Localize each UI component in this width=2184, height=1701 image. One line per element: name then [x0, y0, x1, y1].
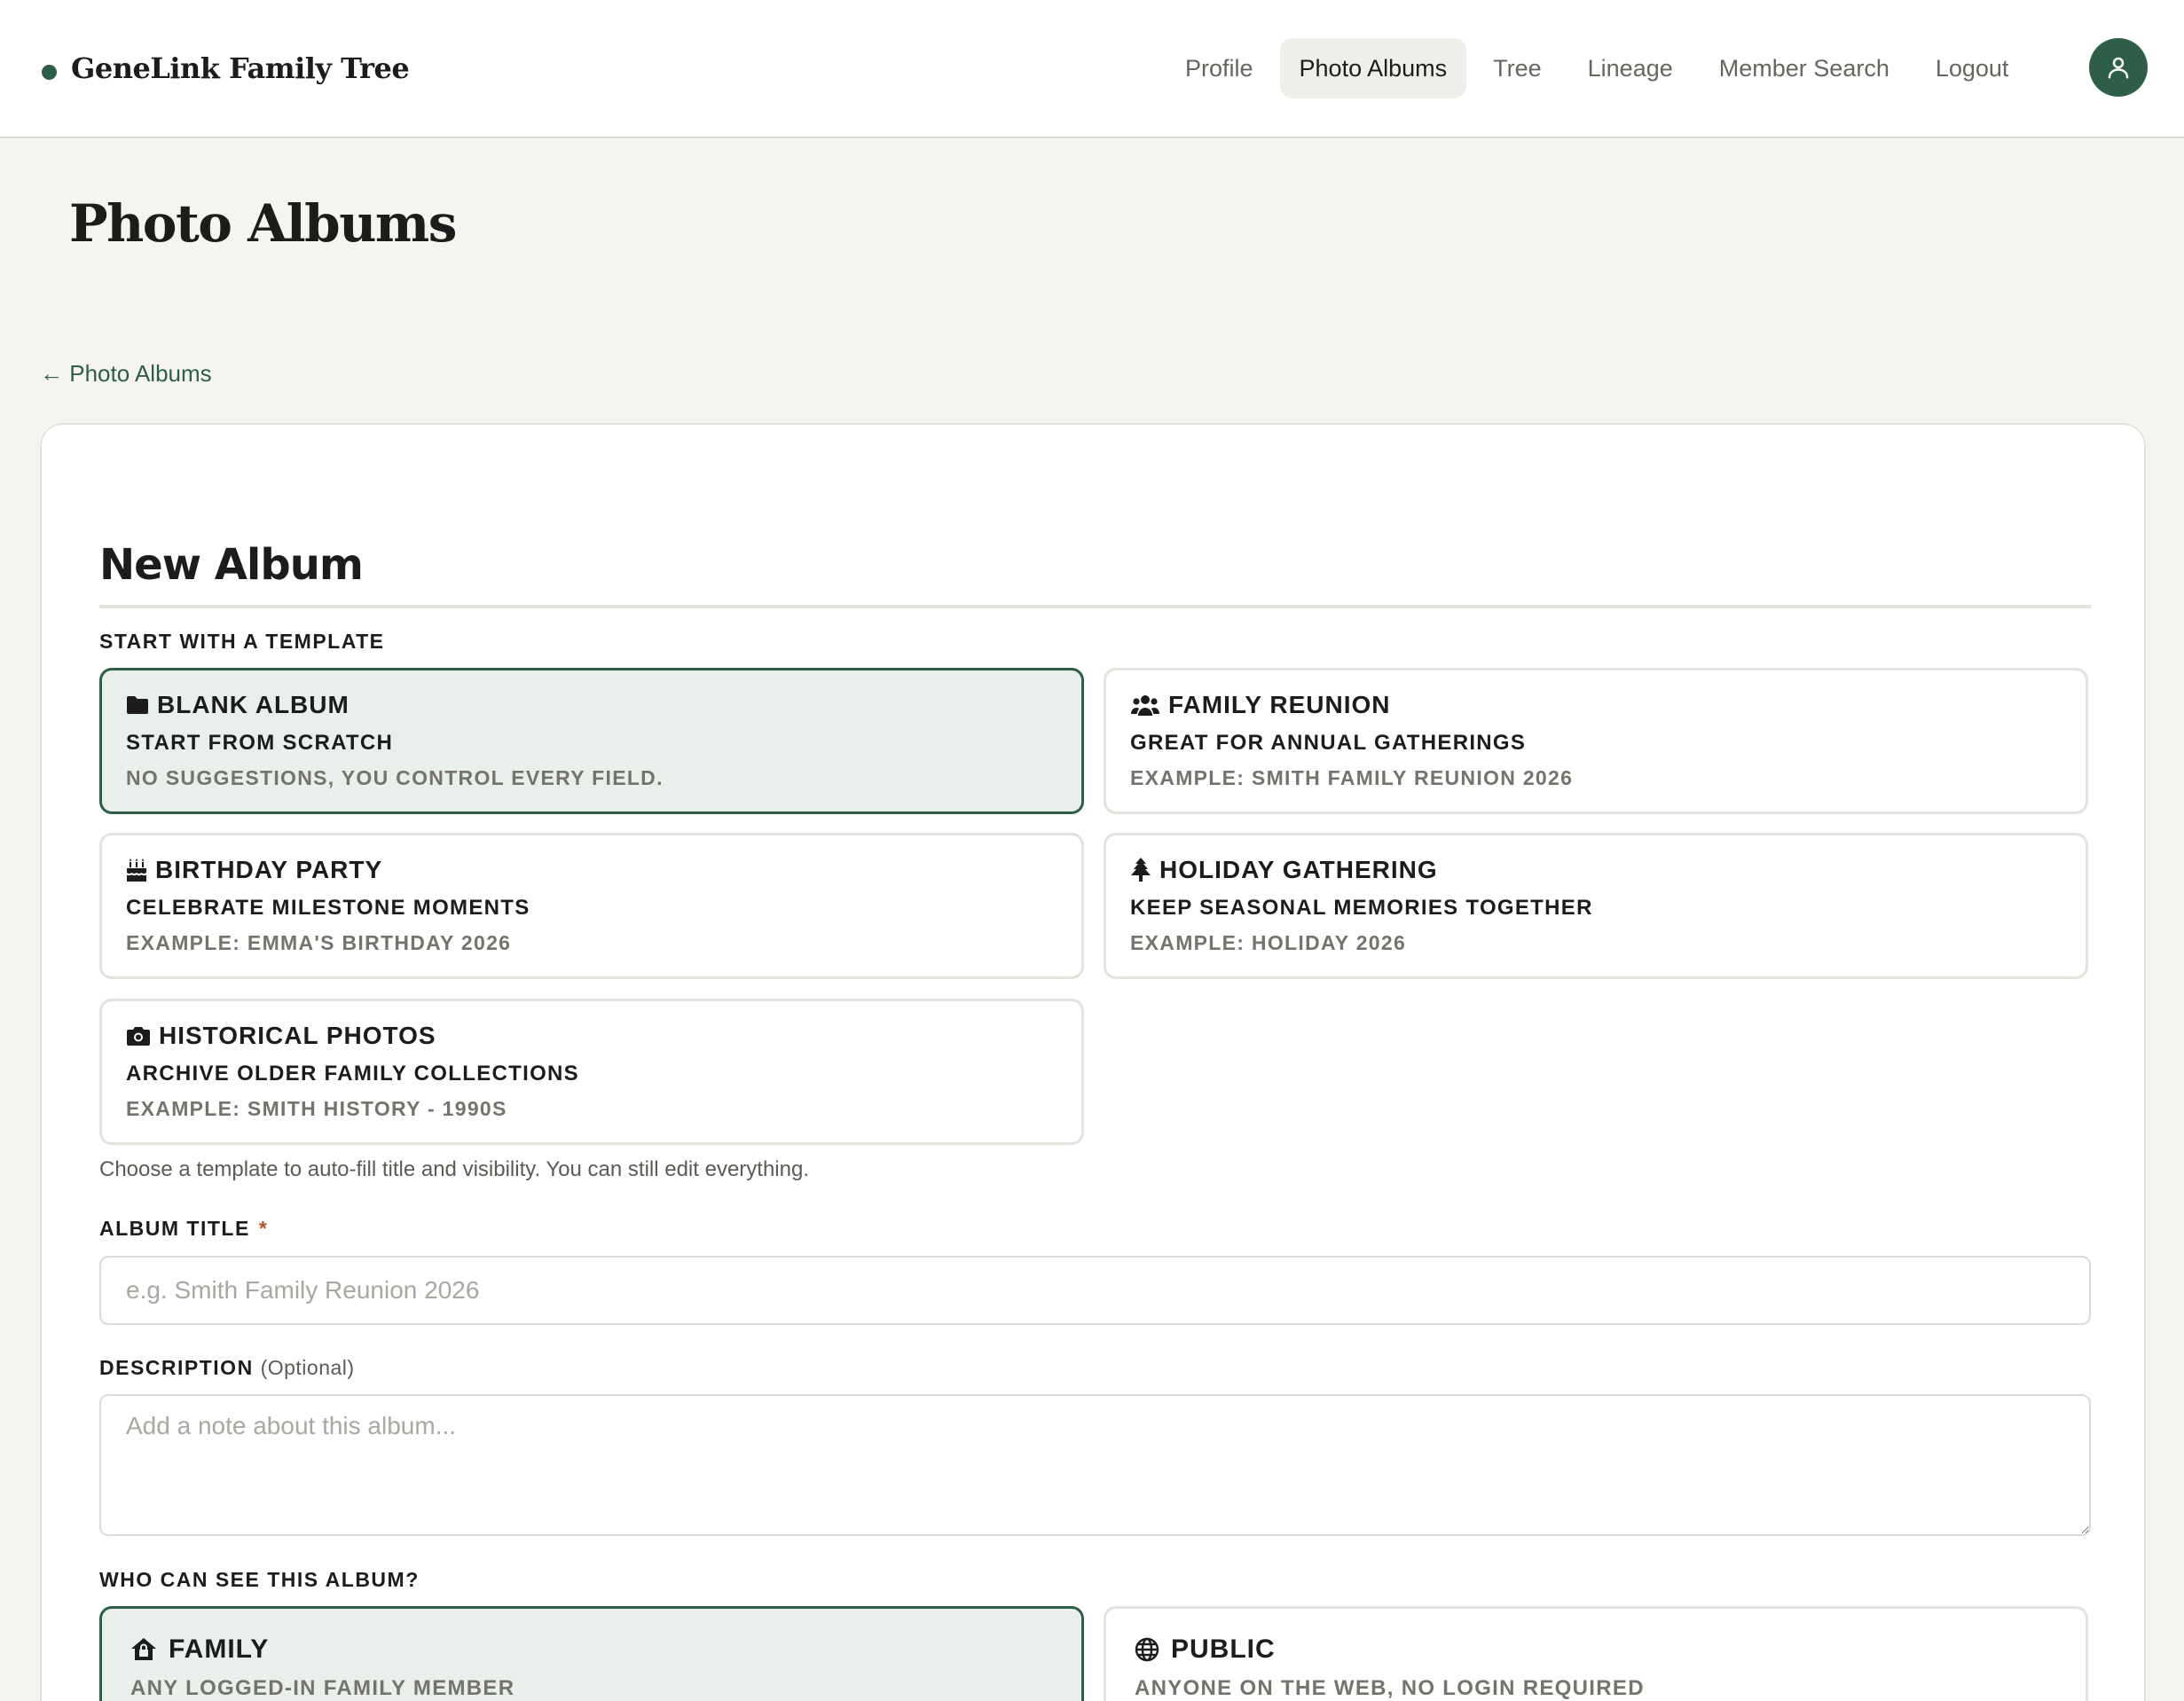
visibility-name: PUBLIC: [1171, 1634, 1276, 1664]
template-family-reunion[interactable]: FAMILY REUNION GREAT FOR ANNUAL GATHERIN…: [1104, 668, 2088, 814]
template-historical-photos[interactable]: HISTORICAL PHOTOS ARCHIVE OLDER FAMILY C…: [99, 999, 1084, 1145]
brand-logo[interactable]: GeneLink Family Tree: [42, 46, 410, 90]
album-title-label: ALBUM TITLE *: [99, 1217, 268, 1241]
tree-icon: [1131, 858, 1151, 882]
top-nav-bar: GeneLink Family Tree Profile Photo Album…: [0, 0, 2184, 138]
visibility-section-label: WHO CAN SEE THIS ALBUM?: [99, 1568, 420, 1591]
brand-name: GeneLink Family Tree: [71, 51, 410, 85]
template-example: EXAMPLE: EMMA'S BIRTHDAY 2026: [126, 931, 512, 954]
description-textarea[interactable]: [99, 1394, 2091, 1536]
camera-icon: [127, 1027, 150, 1046]
template-holiday-gathering[interactable]: HOLIDAY GATHERING KEEP SEASONAL MEMORIES…: [1104, 833, 2088, 979]
template-example: EXAMPLE: HOLIDAY 2026: [1130, 931, 1407, 954]
template-subtitle: START FROM SCRATCH: [126, 731, 394, 755]
nav-photo-albums[interactable]: Photo Albums: [1279, 38, 1467, 98]
album-title-input[interactable]: [99, 1256, 2091, 1325]
visibility-name: FAMILY: [169, 1634, 270, 1664]
template-title-row: HISTORICAL PHOTOS: [126, 1021, 1081, 1051]
folder-icon: [127, 696, 148, 714]
nav-logout[interactable]: Logout: [1916, 38, 2029, 98]
template-example: EXAMPLE: SMITH HISTORY - 1990S: [126, 1097, 507, 1120]
template-name: BLANK ALBUM: [157, 691, 350, 718]
visibility-option-family[interactable]: FAMILY ANY LOGGED-IN FAMILY MEMBER: [99, 1606, 1084, 1701]
template-blank-album[interactable]: BLANK ALBUM START FROM SCRATCH NO SUGGES…: [99, 668, 1084, 814]
optional-marker: (Optional): [260, 1356, 355, 1379]
required-marker: *: [258, 1217, 269, 1240]
template-subtitle: KEEP SEASONAL MEMORIES TOGETHER: [1130, 896, 1593, 920]
brand-dot-icon: [42, 64, 57, 80]
back-to-photo-albums-link[interactable]: ← Photo Albums: [40, 360, 212, 388]
template-section-label: START WITH A TEMPLATE: [99, 630, 385, 653]
template-name: HOLIDAY GATHERING: [1159, 856, 1438, 883]
users-icon: [1131, 695, 1159, 716]
page-title: Photo Albums: [69, 193, 457, 254]
template-title-row: FAMILY REUNION: [1130, 690, 2086, 720]
house-lock-icon: [131, 1638, 156, 1660]
template-subtitle: GREAT FOR ANNUAL GATHERINGS: [1130, 731, 1527, 755]
visibility-option-public[interactable]: PUBLIC ANYONE ON THE WEB, NO LOGIN REQUI…: [1104, 1606, 2088, 1701]
template-subtitle: ARCHIVE OLDER FAMILY COLLECTIONS: [126, 1062, 579, 1086]
cake-icon: [127, 858, 146, 882]
new-album-card: New Album START WITH A TEMPLATE BLANK AL…: [40, 423, 2146, 1701]
template-birthday-party[interactable]: BIRTHDAY PARTY CELEBRATE MILESTONE MOMEN…: [99, 833, 1084, 979]
form-title: New Album: [99, 540, 364, 590]
main-nav: Profile Photo Albums Tree Lineage Member…: [1166, 38, 2035, 98]
nav-profile[interactable]: Profile: [1166, 38, 1273, 98]
description-label-text: DESCRIPTION: [99, 1356, 254, 1379]
template-name: BIRTHDAY PARTY: [155, 856, 383, 883]
title-divider: [99, 605, 2091, 608]
template-name: FAMILY REUNION: [1168, 691, 1391, 718]
template-example: EXAMPLE: SMITH FAMILY REUNION 2026: [1130, 766, 1574, 789]
template-subtitle: CELEBRATE MILESTONE MOMENTS: [126, 896, 530, 920]
template-hint: Choose a template to auto-fill title and…: [99, 1157, 809, 1181]
template-title-row: BLANK ALBUM: [126, 690, 1081, 720]
template-title-row: BIRTHDAY PARTY: [126, 855, 1081, 885]
visibility-description: ANY LOGGED-IN FAMILY MEMBER: [130, 1676, 515, 1700]
user-avatar-button[interactable]: [2089, 38, 2148, 97]
nav-member-search[interactable]: Member Search: [1700, 38, 1909, 98]
template-example: NO SUGGESTIONS, YOU CONTROL EVERY FIELD.: [126, 766, 664, 789]
visibility-title-row: FAMILY: [130, 1634, 1081, 1666]
visibility-description: ANYONE ON THE WEB, NO LOGIN REQUIRED: [1135, 1676, 1645, 1700]
user-icon: [2108, 57, 2129, 79]
album-title-label-text: ALBUM TITLE: [99, 1217, 250, 1240]
visibility-title-row: PUBLIC: [1135, 1634, 2086, 1666]
nav-lineage[interactable]: Lineage: [1568, 38, 1693, 98]
template-name: HISTORICAL PHOTOS: [159, 1022, 436, 1049]
globe-icon: [1135, 1637, 1159, 1662]
description-label: DESCRIPTION (Optional): [99, 1356, 355, 1380]
nav-tree[interactable]: Tree: [1473, 38, 1561, 98]
template-title-row: HOLIDAY GATHERING: [1130, 855, 2086, 885]
